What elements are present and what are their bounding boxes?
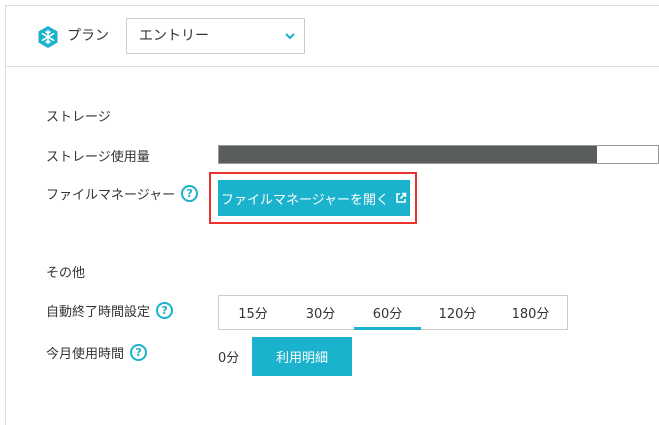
- snowflake-icon: [38, 26, 58, 48]
- storage-usage-fill: [219, 146, 597, 163]
- help-icon[interactable]: ?: [181, 185, 199, 202]
- storage-usage-label-text: ストレージ使用量: [46, 150, 150, 165]
- monthly-usage-value: 0分: [218, 351, 240, 366]
- help-icon[interactable]: ?: [130, 344, 148, 361]
- auto-shutdown-label-text: 自動終了時間設定: [46, 305, 151, 320]
- open-file-manager-button[interactable]: ファイルマネージャーを開く: [218, 180, 410, 216]
- file-manager-label: ファイルマネージャー ?: [46, 184, 199, 203]
- auto-shutdown-segment: 15分 30分 60分 120分 180分: [218, 295, 568, 330]
- chevron-down-icon: [285, 33, 295, 40]
- help-icon[interactable]: ?: [156, 302, 174, 319]
- plan-select-value: エントリー: [139, 28, 209, 44]
- auto-shutdown-option[interactable]: 60分: [354, 296, 421, 330]
- auto-shutdown-option[interactable]: 180分: [494, 296, 567, 329]
- other-section-title: その他: [46, 266, 86, 281]
- monthly-usage-label: 今月使用時間 ?: [46, 343, 148, 362]
- plan-select[interactable]: エントリー: [126, 18, 305, 54]
- auto-shutdown-option[interactable]: 15分: [219, 296, 287, 329]
- plan-label: プラン: [67, 28, 109, 44]
- auto-shutdown-option[interactable]: 120分: [421, 296, 494, 329]
- storage-section-title: ストレージ: [46, 110, 111, 125]
- file-manager-label-text: ファイルマネージャー: [46, 188, 176, 203]
- open-file-manager-label: ファイルマネージャーを開く: [220, 192, 390, 208]
- usage-details-label: 利用明細: [275, 351, 328, 366]
- auto-shutdown-option[interactable]: 30分: [287, 296, 354, 329]
- storage-usage-bar: [218, 145, 659, 164]
- plan-header: プラン エントリー: [6, 6, 659, 67]
- usage-details-button[interactable]: 利用明細: [252, 337, 352, 376]
- monthly-usage-label-text: 今月使用時間: [46, 347, 125, 362]
- storage-usage-label: ストレージ使用量: [46, 146, 150, 165]
- auto-shutdown-label: 自動終了時間設定 ?: [46, 301, 174, 320]
- external-link-icon: [396, 192, 407, 203]
